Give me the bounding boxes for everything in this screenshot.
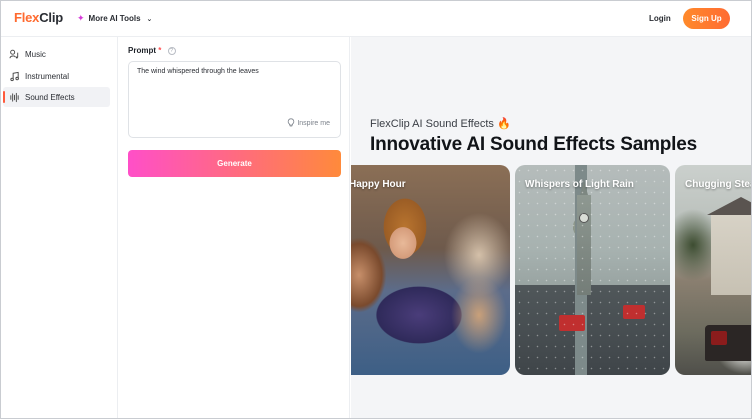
prompt-textarea[interactable]: The wind whispered through the leaves In… (128, 61, 341, 138)
required-mark: * (158, 46, 162, 55)
rain-overlay (515, 165, 670, 375)
login-link[interactable]: Login (649, 14, 671, 23)
prompt-label-text: Prompt (128, 46, 156, 55)
top-header: FlexClip ✦ More AI Tools ⌄ Login Sign Up (1, 1, 751, 37)
music-note-user-icon (3, 49, 25, 60)
inspire-me-label: Inspire me (297, 120, 330, 127)
logo-flex-text: Flex (14, 10, 40, 25)
more-ai-tools-label: More AI Tools (88, 14, 141, 23)
card-label: Happy Hour (351, 179, 406, 190)
prompt-panel: Prompt * ? The wind whispered through th… (118, 37, 350, 418)
samples-showcase: FlexClip AI Sound Effects 🔥 Innovative A… (351, 37, 751, 418)
more-ai-tools-menu[interactable]: ✦ More AI Tools ⌄ (77, 13, 152, 24)
sample-card-chugging-steam[interactable]: Chugging Steam (675, 165, 751, 375)
app-window: FlexClip ✦ More AI Tools ⌄ Login Sign Up… (0, 0, 752, 419)
card-label: Chugging Steam (685, 179, 751, 190)
steam-train-shape (705, 325, 751, 361)
sidebar-item-label: Sound Effects (25, 92, 75, 102)
help-icon[interactable]: ? (167, 46, 176, 55)
flexclip-logo[interactable]: FlexClip (14, 10, 63, 25)
sample-card-happy-hour[interactable]: Happy Hour (351, 165, 510, 375)
card-label: Whispers of Light Rain (525, 179, 634, 190)
sound-wave-icon (3, 92, 25, 103)
sidebar-item-sound-effects[interactable]: Sound Effects (3, 87, 110, 107)
sidebar: Music Instrumental Sound Effects (1, 37, 118, 418)
logo-clip-text: Clip (39, 10, 63, 25)
sparkle-icon: ✦ (77, 13, 85, 23)
music-note-icon (3, 71, 25, 82)
section-title: Innovative AI Sound Effects Samples (370, 134, 697, 155)
prompt-value[interactable]: The wind whispered through the leaves (137, 68, 259, 75)
inspire-me-button[interactable]: Inspire me (287, 118, 330, 129)
sample-card-light-rain[interactable]: Whispers of Light Rain (515, 165, 670, 375)
sidebar-item-label: Music (25, 49, 46, 59)
sidebar-item-label: Instrumental (25, 71, 70, 81)
sample-card-carousel: Happy Hour Whispers of Light Rain Chuggi… (351, 165, 751, 375)
sidebar-item-instrumental[interactable]: Instrumental (3, 66, 110, 86)
section-subtitle: FlexClip AI Sound Effects 🔥 (370, 118, 511, 130)
active-indicator (3, 91, 5, 103)
prompt-label: Prompt * ? (128, 46, 176, 55)
signup-button[interactable]: Sign Up (683, 8, 730, 29)
sidebar-item-music[interactable]: Music (3, 44, 110, 64)
house-shape (707, 197, 751, 295)
chevron-down-icon: ⌄ (146, 15, 153, 23)
lightbulb-icon (287, 118, 295, 129)
generate-button[interactable]: Generate (128, 150, 341, 177)
